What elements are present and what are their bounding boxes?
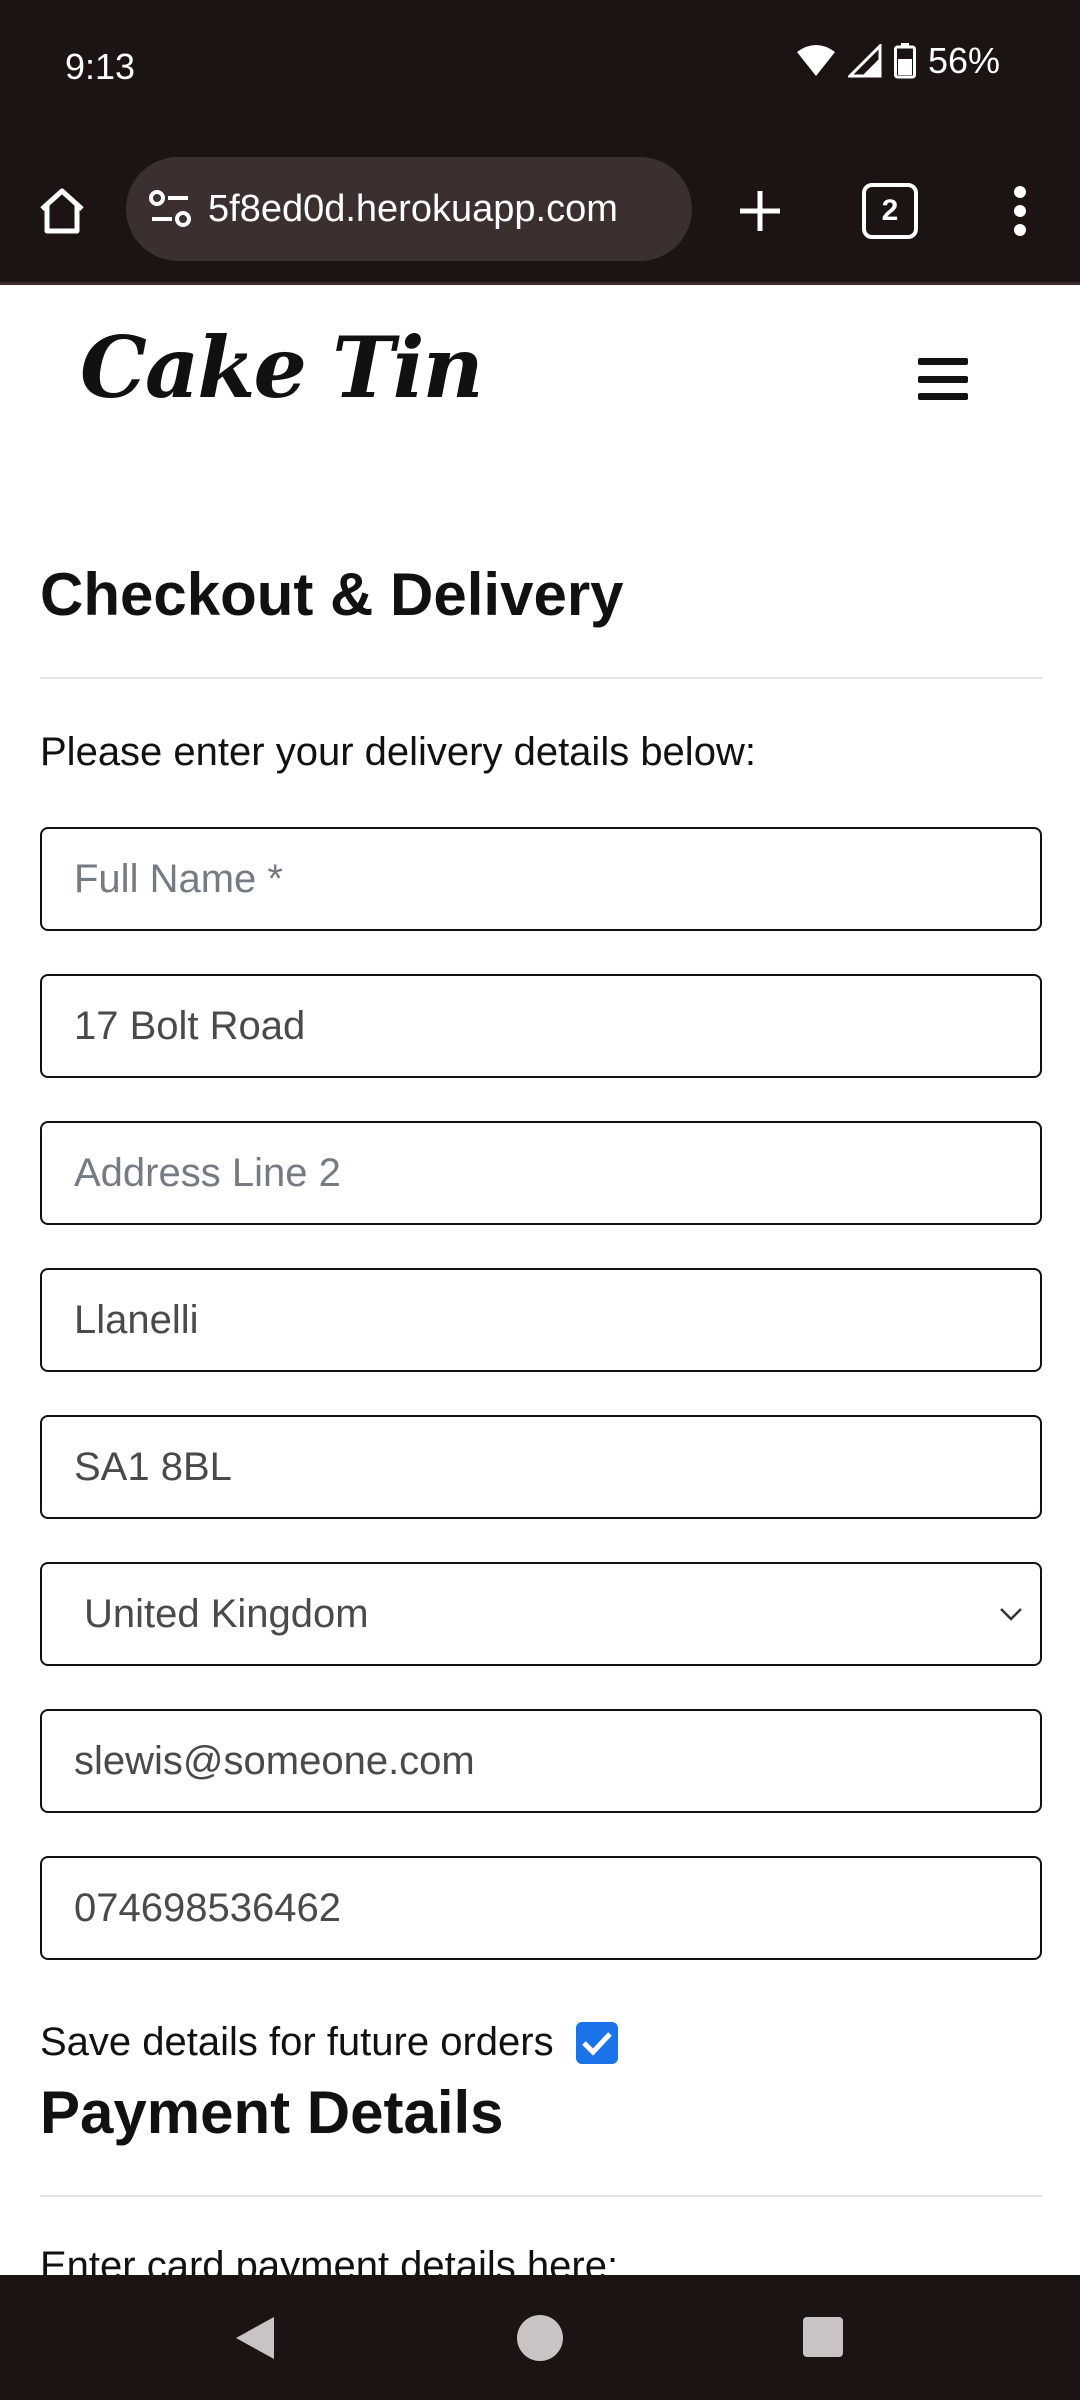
battery-icon <box>893 43 916 79</box>
full-name-input[interactable]: Full Name * <box>40 827 1042 931</box>
url-text: 5f8ed0d.herokuapp.com <box>208 187 618 230</box>
save-details-row: Save details for future orders <box>40 2020 618 2065</box>
status-icons: 56% <box>796 40 1000 82</box>
checkout-divider <box>40 677 1042 679</box>
status-time: 9:13 <box>65 46 136 87</box>
status-bar: 9:13 56% <box>0 0 1080 135</box>
wifi-icon <box>796 44 836 78</box>
postcode-input[interactable]: SA1 8BL <box>40 1415 1042 1519</box>
back-button[interactable] <box>234 2315 276 2366</box>
site-info-icon[interactable] <box>146 185 194 233</box>
phone-input[interactable]: 074698536462 <box>40 1856 1042 1960</box>
checkmark-icon <box>581 2031 612 2056</box>
town-input[interactable]: Llanelli <box>40 1268 1042 1372</box>
site-logo[interactable]: Cake Tin <box>80 318 484 417</box>
battery-percent: 56% <box>927 40 1000 81</box>
country-select-value: United Kingdom <box>84 1591 369 1636</box>
country-select[interactable]: United Kingdom <box>40 1562 1042 1666</box>
save-details-label: Save details for future orders <box>40 2020 554 2064</box>
hamburger-menu-icon[interactable] <box>918 358 968 400</box>
save-details-checkbox[interactable] <box>575 2021 618 2064</box>
recents-button[interactable] <box>803 2317 843 2357</box>
payment-divider <box>40 2195 1042 2197</box>
browser-toolbar: 5f8ed0d.herokuapp.com 2 <box>0 135 1080 285</box>
tab-switcher-button[interactable]: 2 <box>862 183 918 239</box>
chevron-down-icon <box>996 1599 1026 1629</box>
home-button[interactable] <box>30 179 94 243</box>
home-nav-button[interactable] <box>517 2315 563 2361</box>
address-line-1-input[interactable]: 17 Bolt Road <box>40 974 1042 1078</box>
address-bar[interactable]: 5f8ed0d.herokuapp.com <box>126 157 692 261</box>
address-line-2-input[interactable]: Address Line 2 <box>40 1121 1042 1225</box>
back-icon <box>236 2317 274 2359</box>
payment-title: Payment Details <box>40 2079 504 2146</box>
more-vert-icon <box>1014 186 1026 236</box>
system-nav-bar <box>0 2275 1080 2400</box>
email-input[interactable]: slewis@someone.com <box>40 1709 1042 1813</box>
browser-menu-button[interactable] <box>1000 179 1040 243</box>
home-icon <box>40 188 84 234</box>
signal-icon <box>847 44 882 78</box>
delivery-intro: Please enter your delivery details below… <box>40 730 756 774</box>
plus-icon <box>740 191 780 231</box>
new-tab-button[interactable] <box>728 179 792 243</box>
checkout-title: Checkout & Delivery <box>40 561 624 628</box>
